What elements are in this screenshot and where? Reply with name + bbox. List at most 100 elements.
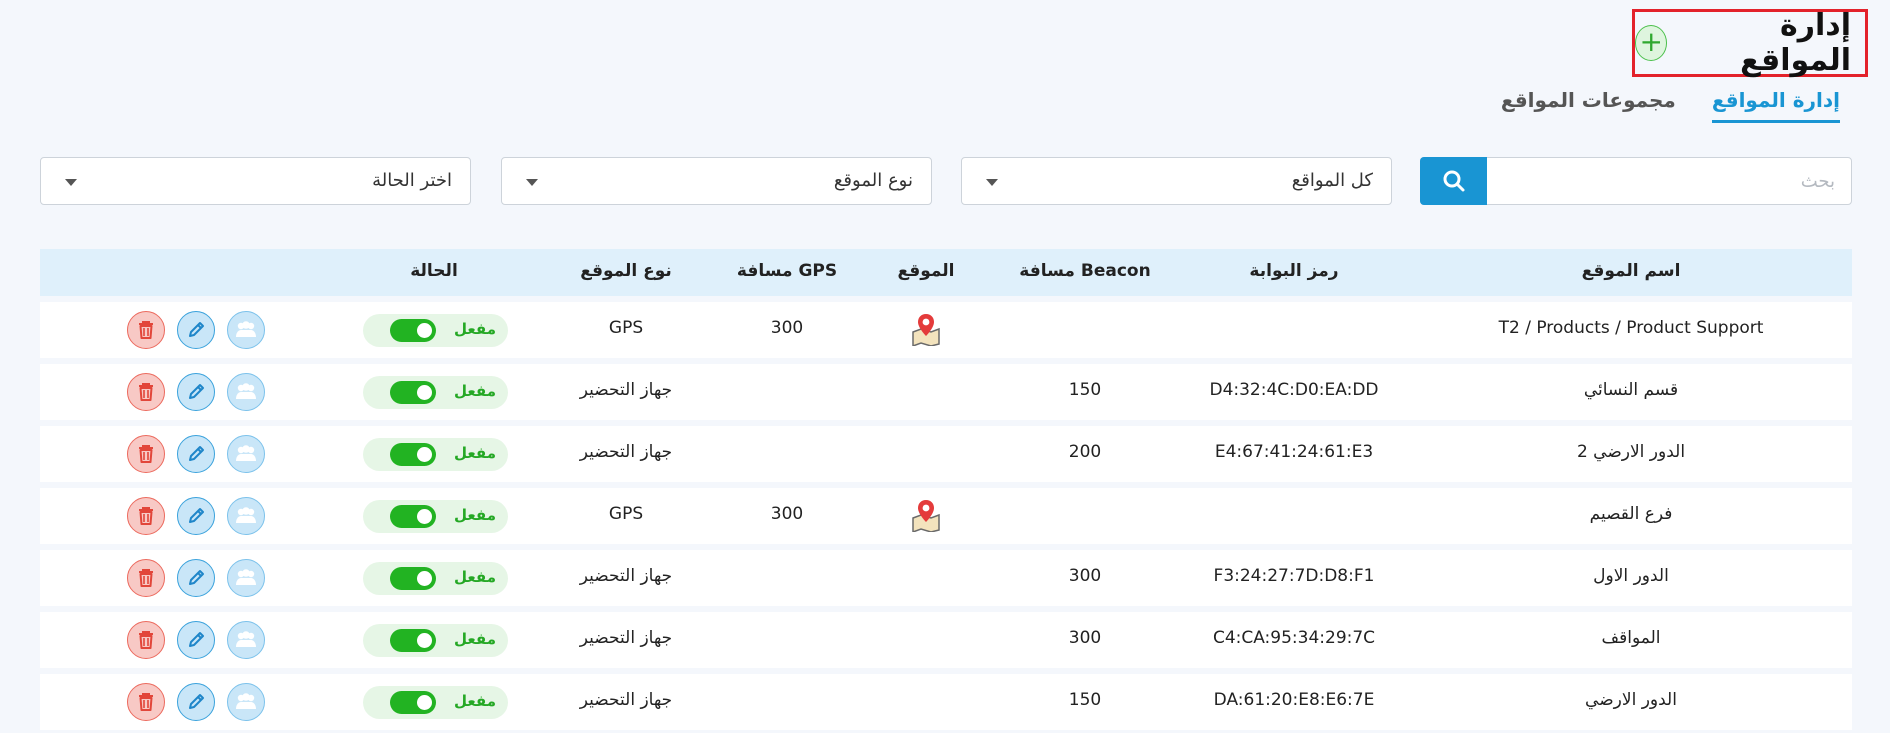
gate-code: C4:CA:95:34:29:7C (1212, 628, 1376, 648)
site-type: جهاز التحضير (579, 690, 673, 710)
status-toggle[interactable] (390, 629, 436, 652)
status-toggle[interactable] (390, 443, 436, 466)
map-pin-icon[interactable] (910, 498, 942, 532)
table-row: T2 / Products / Product Support 300 GPS مفع… (40, 302, 1852, 358)
col-header-gps: مسافة GPS (736, 261, 838, 281)
users-icon (236, 507, 256, 523)
table-row: الدور الاول F3:24:27:7D:D8:F1 300 جهاز التح… (40, 550, 1852, 606)
pencil-icon (189, 508, 204, 523)
edit-button[interactable] (177, 559, 215, 597)
edit-button[interactable] (177, 621, 215, 659)
status-toggle[interactable] (390, 381, 436, 404)
edit-button[interactable] (177, 497, 215, 535)
view-employees-button[interactable] (227, 497, 265, 535)
pencil-icon (189, 384, 204, 399)
table-row: المواقف C4:CA:95:34:29:7C 300 جهاز التحضير م… (40, 612, 1852, 668)
status-select-value: اختر الحالة (372, 170, 452, 191)
chevron-down-icon (986, 179, 998, 186)
delete-button[interactable] (127, 311, 165, 349)
tab-site-groups[interactable]: مجموعات المواقع (1501, 88, 1676, 123)
page-title: إدارة المواقع (1740, 8, 1851, 78)
site-type: جهاز التحضير (579, 380, 673, 400)
status-label: مفعل (454, 506, 496, 524)
delete-button[interactable] (127, 435, 165, 473)
status-select[interactable]: اختر الحالة (40, 157, 471, 205)
view-employees-button[interactable] (227, 559, 265, 597)
pencil-icon (189, 632, 204, 647)
col-header-beacon: مسافة Beacon (1019, 261, 1151, 281)
search-input[interactable] (1487, 158, 1851, 204)
site-type: جهاز التحضير (579, 566, 673, 586)
status-badge: مفعل (363, 438, 508, 471)
delete-button[interactable] (127, 683, 165, 721)
beacon-distance: 300 (1068, 628, 1102, 648)
users-icon (236, 631, 256, 647)
view-employees-button[interactable] (227, 373, 265, 411)
site-type: GPS (608, 504, 644, 524)
site-type: جهاز التحضير (579, 442, 673, 462)
pencil-icon (189, 694, 204, 709)
delete-button[interactable] (127, 497, 165, 535)
status-label: مفعل (454, 382, 496, 400)
status-label: مفعل (454, 630, 496, 648)
gps-distance: 300 (770, 318, 804, 338)
status-badge: مفعل (363, 686, 508, 719)
trash-icon (139, 569, 153, 587)
status-toggle[interactable] (390, 567, 436, 590)
status-badge: مفعل (363, 376, 508, 409)
edit-button[interactable] (177, 373, 215, 411)
col-header-name: اسم الموقع (1581, 261, 1681, 281)
col-header-status: الحالة (410, 261, 458, 281)
chevron-down-icon (526, 179, 538, 186)
edit-button[interactable] (177, 311, 215, 349)
site-name: T2 / Products / Product Support (1498, 318, 1764, 338)
delete-button[interactable] (127, 559, 165, 597)
edit-button[interactable] (177, 435, 215, 473)
table-row: الدور الارضي DA:61:20:E8:E6:7E 150 جهاز الت… (40, 674, 1852, 730)
gate-code: F3:24:27:7D:D8:F1 (1213, 566, 1375, 586)
pencil-icon (189, 322, 204, 337)
status-badge: مفعل (363, 314, 508, 347)
delete-button[interactable] (127, 621, 165, 659)
view-employees-button[interactable] (227, 311, 265, 349)
col-header-type: نوع الموقع (580, 261, 672, 281)
status-label: مفعل (454, 568, 496, 586)
status-toggle[interactable] (390, 319, 436, 342)
users-icon (236, 321, 256, 337)
beacon-distance: 150 (1068, 380, 1102, 400)
trash-icon (139, 321, 153, 339)
tab-sites-management[interactable]: إدارة المواقع (1711, 88, 1840, 123)
sites-select[interactable]: كل المواقع (961, 157, 1392, 205)
view-employees-button[interactable] (227, 683, 265, 721)
search-icon (1443, 170, 1464, 192)
status-label: مفعل (454, 692, 496, 710)
filters-bar: كل المواقع نوع الموقع اختر الحالة (40, 157, 1852, 205)
trash-icon (139, 383, 153, 401)
col-header-location: الموقع (897, 261, 955, 281)
sites-select-value: كل المواقع (1291, 170, 1373, 191)
users-icon (236, 445, 256, 461)
status-badge: مفعل (363, 562, 508, 595)
trash-icon (139, 631, 153, 649)
delete-button[interactable] (127, 373, 165, 411)
gate-code: E4:67:41:24:61:E3 (1214, 442, 1374, 462)
add-site-button[interactable]: + (1635, 25, 1668, 61)
search-button[interactable] (1420, 157, 1487, 205)
gate-code: DA:61:20:E8:E6:7E (1213, 690, 1375, 710)
status-toggle[interactable] (390, 691, 436, 714)
trash-icon (139, 445, 153, 463)
status-label: مفعل (454, 444, 496, 462)
site-name: الدور الاول (1593, 566, 1669, 586)
site-name: الدور الارضي (1585, 690, 1677, 710)
view-employees-button[interactable] (227, 435, 265, 473)
status-badge: مفعل (363, 624, 508, 657)
map-pin-icon[interactable] (910, 312, 942, 346)
beacon-distance: 300 (1068, 566, 1102, 586)
edit-button[interactable] (177, 683, 215, 721)
tabs: إدارة المواقع مجموعات المواقع (1501, 88, 1840, 123)
site-name: فرع القصيم (1589, 504, 1673, 524)
status-toggle[interactable] (390, 505, 436, 528)
users-icon (236, 383, 256, 399)
view-employees-button[interactable] (227, 621, 265, 659)
site-type-select[interactable]: نوع الموقع (501, 157, 932, 205)
